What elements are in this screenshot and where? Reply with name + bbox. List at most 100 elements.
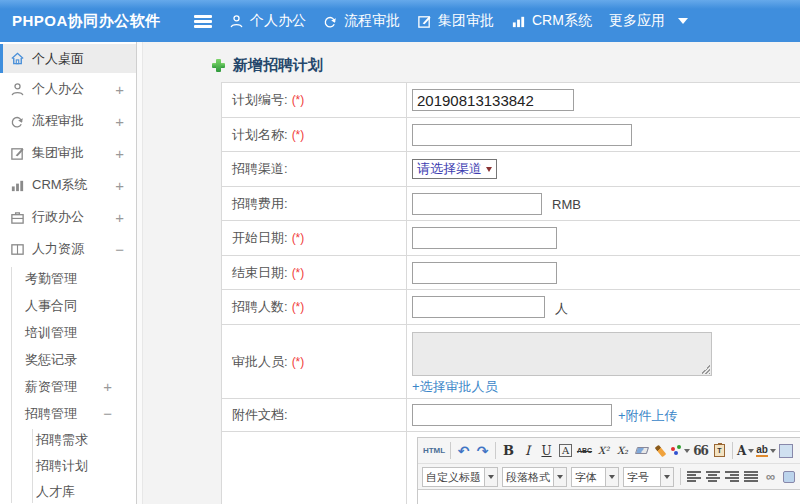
italic-button[interactable]: I bbox=[519, 440, 536, 461]
approver-textarea[interactable] bbox=[412, 332, 712, 376]
home-icon bbox=[10, 51, 25, 66]
sidebar-item-training[interactable]: 培训管理 bbox=[0, 319, 136, 346]
main-content: 新增招聘计划 计划编号:(*) 计划名称:(*) 招聘渠道: 请选择渠道 bbox=[143, 42, 800, 504]
bold-button[interactable]: B bbox=[500, 440, 517, 461]
color-dots-icon bbox=[671, 445, 682, 456]
sidebar-item-admin-office[interactable]: 行政办公 + bbox=[0, 201, 136, 233]
topnav-personal-office[interactable]: 个人办公 bbox=[229, 12, 306, 30]
headcount-input[interactable] bbox=[412, 296, 545, 318]
expand-plus-icon[interactable]: + bbox=[115, 113, 124, 130]
collapse-minus-icon[interactable]: − bbox=[103, 405, 112, 422]
brush-icon bbox=[655, 444, 667, 456]
image-icon bbox=[779, 444, 793, 458]
sidebar-item-crm-system[interactable]: CRM系统 + bbox=[0, 169, 136, 201]
insert-image-button[interactable] bbox=[778, 440, 795, 461]
paste-button[interactable]: T bbox=[711, 440, 728, 461]
hamburger-menu-icon[interactable] bbox=[194, 15, 212, 28]
expand-plus-icon[interactable]: + bbox=[103, 378, 112, 395]
blockquote-button[interactable]: 66 bbox=[692, 440, 709, 461]
align-center-button[interactable] bbox=[704, 466, 721, 487]
sidebar-hr-submenu: 考勤管理 人事合同 培训管理 奖惩记录 薪资管理+ 招聘管理− 招聘需求 招聘计… bbox=[0, 265, 136, 504]
editor-toolbar-row1: HTML ↶ ↷ B I U A ABC X² X₂ bbox=[418, 438, 800, 464]
format-brush-button[interactable] bbox=[652, 440, 669, 461]
attachment-input[interactable] bbox=[412, 404, 612, 426]
underline-button[interactable]: U bbox=[538, 440, 555, 461]
align-right-button[interactable] bbox=[723, 466, 740, 487]
workflow-icon bbox=[323, 14, 338, 29]
sidebar-item-recruit-demand[interactable]: 招聘需求 bbox=[0, 427, 136, 453]
unlink-button[interactable] bbox=[780, 466, 797, 487]
sidebar-item-talent-pool[interactable]: 人才库 bbox=[0, 479, 136, 504]
eraser-button[interactable] bbox=[633, 440, 650, 461]
channel-select[interactable]: 请选择渠道 bbox=[412, 159, 497, 179]
html-source-button[interactable]: HTML bbox=[422, 440, 446, 461]
expand-plus-icon[interactable]: + bbox=[115, 81, 124, 98]
clipboard-icon: T bbox=[714, 444, 725, 457]
page-title: 新增招聘计划 bbox=[211, 50, 323, 80]
sidebar-item-recruit-mgmt[interactable]: 招聘管理− bbox=[0, 400, 136, 427]
link-button[interactable]: ∞ bbox=[761, 466, 778, 487]
recruit-plan-form: 计划编号:(*) 计划名称:(*) 招聘渠道: 请选择渠道 招聘费用: RMB bbox=[221, 82, 800, 504]
form-row-plan-no: 计划编号:(*) bbox=[222, 83, 800, 118]
custom-heading-select[interactable]: 自定义标题 bbox=[422, 467, 498, 487]
form-row-editor: HTML ↶ ↷ B I U A ABC X² X₂ bbox=[222, 432, 800, 504]
sidebar-item-hr[interactable]: 人力资源 − bbox=[0, 233, 136, 265]
editor-content-area[interactable] bbox=[418, 490, 800, 504]
cost-input[interactable] bbox=[412, 193, 542, 215]
collapse-minus-icon[interactable]: − bbox=[115, 241, 124, 258]
sidebar-recruit-submenu: 招聘需求 招聘计划 人才库 bbox=[0, 427, 136, 504]
justify-button[interactable] bbox=[742, 466, 759, 487]
topnav-more-apps[interactable]: 更多应用 bbox=[609, 12, 688, 30]
edit-icon bbox=[10, 146, 25, 161]
start-date-input[interactable] bbox=[412, 227, 557, 249]
paragraph-format-select[interactable]: 段落格式 bbox=[502, 467, 567, 487]
sidebar-item-workflow-approval[interactable]: 流程审批 + bbox=[0, 105, 136, 137]
form-row-approver: 审批人员:(*) +选择审批人员 bbox=[222, 325, 800, 399]
chevron-down-icon bbox=[553, 468, 566, 486]
attachment-upload-link[interactable]: +附件上传 bbox=[618, 408, 678, 423]
briefcase-icon bbox=[10, 210, 25, 225]
chevron-down-icon bbox=[748, 449, 754, 453]
sidebar-item-salary[interactable]: 薪资管理+ bbox=[0, 373, 136, 400]
sidebar-item-hr-contract[interactable]: 人事合同 bbox=[0, 292, 136, 319]
topnav-group-approval[interactable]: 集团审批 bbox=[417, 12, 494, 30]
form-row-cost: 招聘费用: RMB bbox=[222, 187, 800, 221]
subscript-button[interactable]: X₂ bbox=[614, 440, 631, 461]
eraser-icon bbox=[634, 447, 648, 454]
undo-button[interactable]: ↶ bbox=[455, 440, 472, 461]
sidebar-item-rewards[interactable]: 奖惩记录 bbox=[0, 346, 136, 373]
align-right-icon bbox=[725, 471, 739, 482]
redo-button[interactable]: ↷ bbox=[474, 440, 491, 461]
bar-chart-icon bbox=[511, 14, 526, 29]
chevron-down-icon bbox=[660, 468, 673, 486]
sidebar-item-recruit-plan[interactable]: 招聘计划 bbox=[0, 453, 136, 479]
choose-approver-link[interactable]: +选择审批人员 bbox=[412, 380, 498, 394]
sidebar-item-group-approval[interactable]: 集团审批 + bbox=[0, 137, 136, 169]
plan-name-input[interactable] bbox=[412, 124, 632, 146]
font-size-select[interactable]: 字号 bbox=[623, 467, 674, 487]
font-style-button[interactable]: A bbox=[559, 444, 572, 457]
plus-icon bbox=[211, 58, 226, 73]
topnav-workflow-approval[interactable]: 流程审批 bbox=[323, 12, 400, 30]
form-row-end-date: 结束日期:(*) bbox=[222, 256, 800, 290]
strikethrough-button[interactable]: ABC bbox=[576, 440, 593, 461]
end-date-input[interactable] bbox=[412, 262, 557, 284]
expand-plus-icon[interactable]: + bbox=[115, 209, 124, 226]
paint-format-button[interactable] bbox=[671, 440, 690, 461]
highlight-button[interactable]: ab bbox=[756, 440, 776, 461]
chevron-down-icon bbox=[770, 449, 776, 453]
font-color-button[interactable]: A bbox=[737, 440, 754, 461]
expand-plus-icon[interactable]: + bbox=[115, 145, 124, 162]
align-left-button[interactable] bbox=[685, 466, 702, 487]
sidebar-item-attendance[interactable]: 考勤管理 bbox=[0, 265, 136, 292]
sidebar-item-personal-office[interactable]: 个人办公 + bbox=[0, 73, 136, 105]
edit-icon bbox=[417, 14, 432, 29]
expand-plus-icon[interactable]: + bbox=[115, 177, 124, 194]
plan-no-input[interactable] bbox=[412, 89, 574, 111]
font-family-select[interactable]: 字体 bbox=[571, 467, 619, 487]
superscript-button[interactable]: X² bbox=[595, 440, 612, 461]
user-icon bbox=[229, 14, 244, 29]
topnav-crm-system[interactable]: CRM系统 bbox=[511, 12, 592, 30]
sidebar-item-desktop[interactable]: 个人桌面 bbox=[0, 44, 136, 73]
chevron-down-icon bbox=[684, 449, 690, 453]
